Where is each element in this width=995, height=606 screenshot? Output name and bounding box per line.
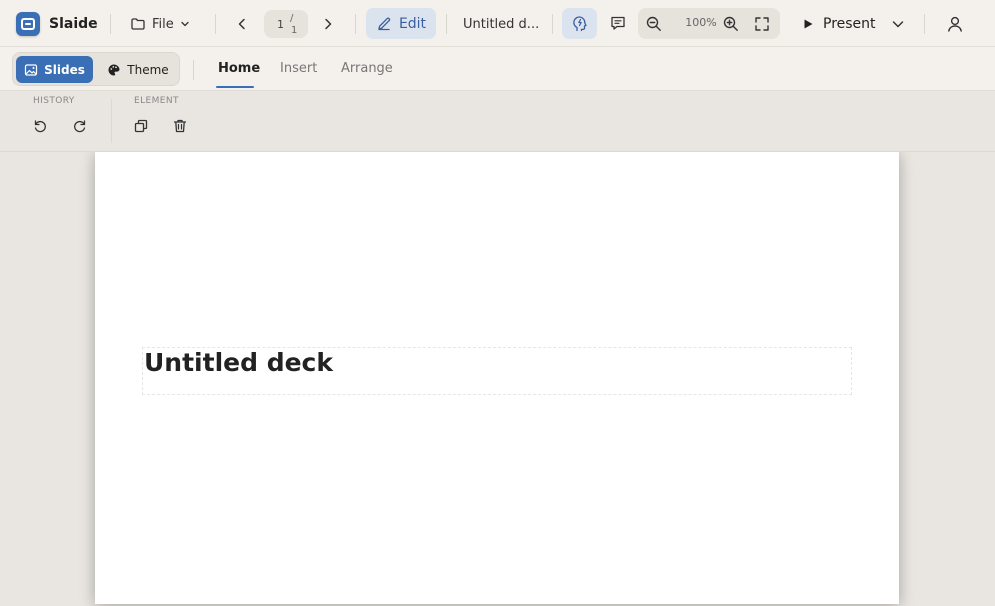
redo-button[interactable] — [69, 115, 91, 137]
tab-insert[interactable]: Insert — [280, 61, 317, 81]
zoom-level[interactable]: 100% — [681, 16, 721, 29]
fit-to-screen-button[interactable] — [750, 12, 774, 36]
slides-view-button[interactable]: Slides — [16, 56, 93, 83]
zoom-out-button[interactable] — [642, 12, 666, 36]
deck-name[interactable]: Untitled d... — [463, 14, 539, 34]
title-text-box[interactable]: Untitled deck — [142, 347, 852, 395]
delete-button[interactable] — [169, 115, 191, 137]
tab-home[interactable]: Home — [218, 61, 260, 81]
folder-icon — [130, 16, 146, 32]
current-page: 1 — [277, 18, 284, 31]
present-label: Present — [823, 16, 876, 32]
total-pages: 1 — [291, 25, 298, 36]
edit-label: Edit — [398, 15, 427, 32]
redo-icon — [72, 118, 88, 134]
slide-title[interactable]: Untitled deck — [144, 348, 333, 377]
chevron-down-icon — [891, 17, 905, 31]
undo-button[interactable] — [29, 115, 51, 137]
duplicate-button[interactable] — [130, 115, 152, 137]
toolbar-divider — [552, 14, 553, 34]
present-options-button[interactable] — [886, 12, 910, 36]
slides-view-label: Slides — [44, 62, 85, 77]
trash-icon — [172, 118, 188, 134]
edit-mode-button[interactable]: Edit — [366, 8, 436, 39]
theme-view-button[interactable]: Theme — [99, 56, 177, 83]
toolbar-divider — [446, 14, 447, 34]
toolbar-divider — [355, 14, 356, 34]
ribbon-tab-bar: Slides Theme Home Insert Arrange — [0, 47, 995, 91]
tab-divider — [193, 60, 194, 80]
home-ribbon: HISTORY ELEMENT — [0, 91, 995, 152]
slide-canvas: Untitled deck — [0, 152, 995, 606]
fullscreen-icon — [754, 16, 770, 32]
pencil-icon — [376, 16, 392, 32]
play-icon — [802, 18, 814, 30]
slaide-logo-icon — [16, 12, 40, 36]
undo-icon — [32, 118, 48, 134]
history-group-label: HISTORY — [33, 96, 75, 106]
view-switcher: Slides Theme — [12, 52, 180, 86]
zoom-controls: 100% — [638, 8, 780, 39]
present-button[interactable]: Present — [796, 10, 882, 38]
zoom-out-icon — [645, 15, 663, 33]
tab-arrange[interactable]: Arrange — [341, 61, 393, 81]
element-group-label: ELEMENT — [134, 96, 179, 106]
ribbon-divider — [111, 99, 112, 143]
page-indicator[interactable]: 1 / 1 — [264, 10, 308, 38]
next-slide-button[interactable] — [315, 11, 341, 37]
page-separator: / — [290, 13, 294, 24]
top-toolbar: Slaide File 1 / 1 Edit Untitled d... 100… — [0, 0, 995, 47]
toolbar-divider — [215, 14, 216, 34]
comments-button[interactable] — [606, 11, 630, 35]
theme-view-label: Theme — [127, 62, 169, 77]
toolbar-divider — [110, 14, 111, 34]
file-menu-label: File — [152, 16, 174, 32]
zoom-in-icon — [722, 15, 740, 33]
user-icon — [946, 15, 964, 33]
toolbar-divider — [924, 14, 925, 34]
chevron-left-icon — [235, 17, 249, 31]
chevron-down-icon — [180, 19, 190, 29]
comment-icon — [609, 14, 627, 32]
chevron-right-icon — [321, 17, 335, 31]
active-tab-indicator — [216, 86, 254, 88]
duplicate-icon — [133, 118, 149, 134]
slide[interactable]: Untitled deck — [95, 152, 899, 604]
ai-head-icon — [571, 15, 589, 33]
image-icon — [24, 63, 38, 77]
app-name: Slaide — [49, 16, 98, 32]
ai-assistant-button[interactable] — [562, 8, 597, 39]
user-account-button[interactable] — [942, 11, 968, 37]
previous-slide-button[interactable] — [229, 11, 255, 37]
palette-icon — [107, 63, 121, 77]
zoom-in-button[interactable] — [719, 12, 743, 36]
file-menu-button[interactable]: File — [124, 10, 196, 38]
